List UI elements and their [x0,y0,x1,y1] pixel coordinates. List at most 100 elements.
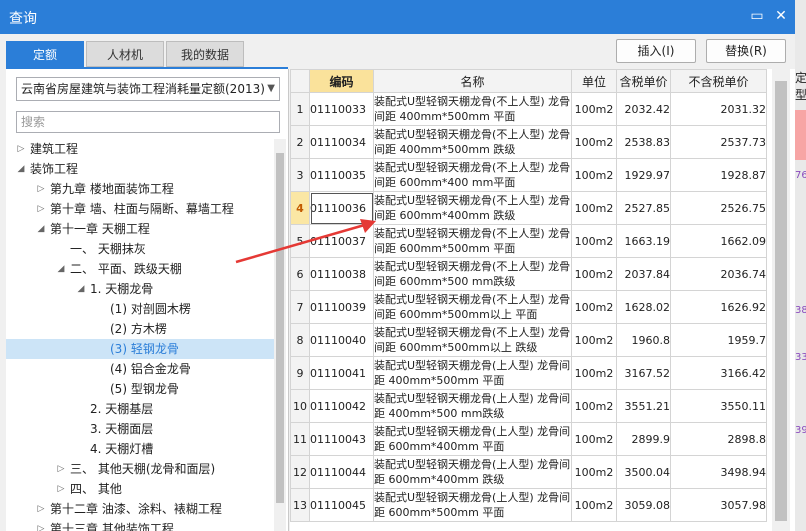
price-tax-cell[interactable]: 2032.42 [616,92,671,126]
tree-node[interactable]: (5) 型钢龙骨 [6,379,274,399]
tree-node[interactable]: (4) 铝合金龙骨 [6,359,274,379]
price-tax-cell[interactable]: 1628.02 [616,290,671,324]
expand-arrow-icon[interactable]: ▷ [16,139,26,159]
code-cell[interactable]: 01110044 [309,455,374,489]
expand-arrow-icon[interactable]: ▷ [56,479,66,499]
table-row[interactable]: 9 01110041 装配式U型轻钢天棚龙骨(上人型) 龙骨间距 400mm*500… [290,356,767,390]
price-tax-cell[interactable]: 1663.19 [616,224,671,258]
tree-node[interactable]: ◢ 二、 平面、跌级天棚 [6,259,274,279]
price-tax-cell[interactable]: 2899.9 [616,422,671,456]
name-cell[interactable]: 装配式U型轻钢天棚龙骨(上人型) 龙骨间距 600mm*500mm 平面 [373,488,572,522]
expand-arrow-icon[interactable]: ▷ [36,519,46,531]
code-cell[interactable]: 01110040 [309,323,374,357]
table-row[interactable]: 4 01110036 装配式U型轻钢天棚龙骨(不上人型) 龙骨间距 600mm*40… [290,191,767,225]
price-notax-cell[interactable]: 3166.42 [670,356,767,390]
name-cell[interactable]: 装配式U型轻钢天棚龙骨(上人型) 龙骨间距 600mm*400mm 跌级 [373,455,572,489]
table-row[interactable]: 5 01110037 装配式U型轻钢天棚龙骨(不上人型) 龙骨间距 600mm*50… [290,224,767,258]
row-number[interactable]: 11 [290,422,310,456]
table-row[interactable]: 13 01110045 装配式U型轻钢天棚龙骨(上人型) 龙骨间距 600mm*50… [290,488,767,522]
collapse-arrow-icon[interactable]: ◢ [36,219,46,239]
unit-cell[interactable]: 100m2 [571,455,617,489]
name-cell[interactable]: 装配式U型轻钢天棚龙骨(不上人型) 龙骨间距 600mm*500mm以上 平面 [373,290,572,324]
name-cell[interactable]: 装配式U型轻钢天棚龙骨(上人型) 龙骨间距 400mm*500mm 平面 [373,356,572,390]
name-cell[interactable]: 装配式U型轻钢天棚龙骨(不上人型) 龙骨间距 600mm*400 mm平面 [373,158,572,192]
code-cell[interactable]: 01110045 [309,488,374,522]
code-cell[interactable]: 01110043 [309,422,374,456]
price-notax-cell[interactable]: 2031.32 [670,92,767,126]
name-cell[interactable]: 装配式U型轻钢天棚龙骨(不上人型) 龙骨间距 600mm*400mm 跌级 [373,191,572,225]
table-row[interactable]: 12 01110044 装配式U型轻钢天棚龙骨(上人型) 龙骨间距 600mm*40… [290,455,767,489]
collapse-arrow-icon[interactable]: ◢ [16,159,26,179]
price-tax-cell[interactable]: 2538.83 [616,125,671,159]
price-notax-cell[interactable]: 2036.74 [670,257,767,291]
tab-quota[interactable]: 定额 [6,41,84,67]
insert-button[interactable]: 插入(I) [616,39,696,63]
close-icon[interactable]: ✕ [771,6,791,26]
row-number[interactable]: 10 [290,389,310,423]
tree-node[interactable]: (1) 对剖圆木楞 [6,299,274,319]
unit-cell[interactable]: 100m2 [571,422,617,456]
price-notax-cell[interactable]: 1626.92 [670,290,767,324]
tree-node[interactable]: 3. 天棚面层 [6,419,274,439]
unit-cell[interactable]: 100m2 [571,158,617,192]
row-number[interactable]: 6 [290,257,310,291]
code-cell[interactable]: 01110042 [309,389,374,423]
name-cell[interactable]: 装配式U型轻钢天棚龙骨(不上人型) 龙骨间距 400mm*500mm 跌级 [373,125,572,159]
expand-arrow-icon[interactable]: ▷ [36,199,46,219]
code-cell[interactable]: 01110033 [309,92,374,126]
table-row[interactable]: 7 01110039 装配式U型轻钢天棚龙骨(不上人型) 龙骨间距 600mm*50… [290,290,767,324]
price-notax-cell[interactable]: 1662.09 [670,224,767,258]
table-row[interactable]: 1 01110033 装配式U型轻钢天棚龙骨(不上人型) 龙骨间距 400mm*50… [290,92,767,126]
tree-node[interactable]: ◢ 第十一章 天棚工程 [6,219,274,239]
tree-node[interactable]: ▷ 建筑工程 [6,139,274,159]
row-number[interactable]: 8 [290,323,310,357]
price-tax-cell[interactable]: 2527.85 [616,191,671,225]
tree-scrollbar[interactable] [274,139,286,531]
code-cell[interactable]: 01110035 [309,158,374,192]
code-cell[interactable]: 01110036 [309,191,374,225]
price-notax-cell[interactable]: 3057.98 [670,488,767,522]
table-row[interactable]: 6 01110038 装配式U型轻钢天棚龙骨(不上人型) 龙骨间距 600mm*50… [290,257,767,291]
expand-arrow-icon[interactable]: ▷ [36,179,46,199]
tree-node[interactable]: ▷ 四、 其他 [6,479,274,499]
unit-cell[interactable]: 100m2 [571,488,617,522]
expand-arrow-icon[interactable]: ▷ [36,499,46,519]
unit-cell[interactable]: 100m2 [571,323,617,357]
name-cell[interactable]: 装配式U型轻钢天棚龙骨(上人型) 龙骨间距 400mm*500 mm跌级 [373,389,572,423]
unit-cell[interactable]: 100m2 [571,257,617,291]
collapse-arrow-icon[interactable]: ◢ [76,279,86,299]
table-row[interactable]: 2 01110034 装配式U型轻钢天棚龙骨(不上人型) 龙骨间距 400mm*50… [290,125,767,159]
table-row[interactable]: 8 01110040 装配式U型轻钢天棚龙骨(不上人型) 龙骨间距 600mm*50… [290,323,767,357]
row-number[interactable]: 12 [290,455,310,489]
price-tax-cell[interactable]: 2037.84 [616,257,671,291]
price-tax-cell[interactable]: 3059.08 [616,488,671,522]
price-notax-cell[interactable]: 1959.7 [670,323,767,357]
price-tax-cell[interactable]: 3551.21 [616,389,671,423]
price-notax-cell[interactable]: 3498.94 [670,455,767,489]
price-tax-cell[interactable]: 1929.97 [616,158,671,192]
unit-cell[interactable]: 100m2 [571,356,617,390]
price-notax-cell[interactable]: 2526.75 [670,191,767,225]
tree-node[interactable]: 一、 天棚抹灰 [6,239,274,259]
col-header-code[interactable]: 编码 [309,69,374,93]
row-number[interactable]: 13 [290,488,310,522]
table-scrollbar-thumb[interactable] [775,81,787,521]
table-row[interactable]: 10 01110042 装配式U型轻钢天棚龙骨(上人型) 龙骨间距 400mm*50… [290,389,767,423]
row-number[interactable]: 4 [290,191,310,225]
unit-cell[interactable]: 100m2 [571,191,617,225]
tree-node[interactable]: ▷ 第十章 墙、柱面与隔断、幕墙工程 [6,199,274,219]
tree-node[interactable]: 4. 天棚灯槽 [6,439,274,459]
code-cell[interactable]: 01110038 [309,257,374,291]
tree-node[interactable]: ◢ 1. 天棚龙骨 [6,279,274,299]
tree-node[interactable]: ◢ 装饰工程 [6,159,274,179]
col-header-price-tax[interactable]: 含税单价 [616,69,671,93]
row-number[interactable]: 1 [290,92,310,126]
name-cell[interactable]: 装配式U型轻钢天棚龙骨(不上人型) 龙骨间距 600mm*500mm 平面 [373,224,572,258]
col-header-unit[interactable]: 单位 [571,69,617,93]
tree-node[interactable]: (3) 轻钢龙骨 [6,339,274,359]
tree-scrollbar-thumb[interactable] [276,153,284,503]
table-scrollbar[interactable] [772,69,790,531]
row-number[interactable]: 7 [290,290,310,324]
unit-cell[interactable]: 100m2 [571,389,617,423]
price-notax-cell[interactable]: 2537.73 [670,125,767,159]
